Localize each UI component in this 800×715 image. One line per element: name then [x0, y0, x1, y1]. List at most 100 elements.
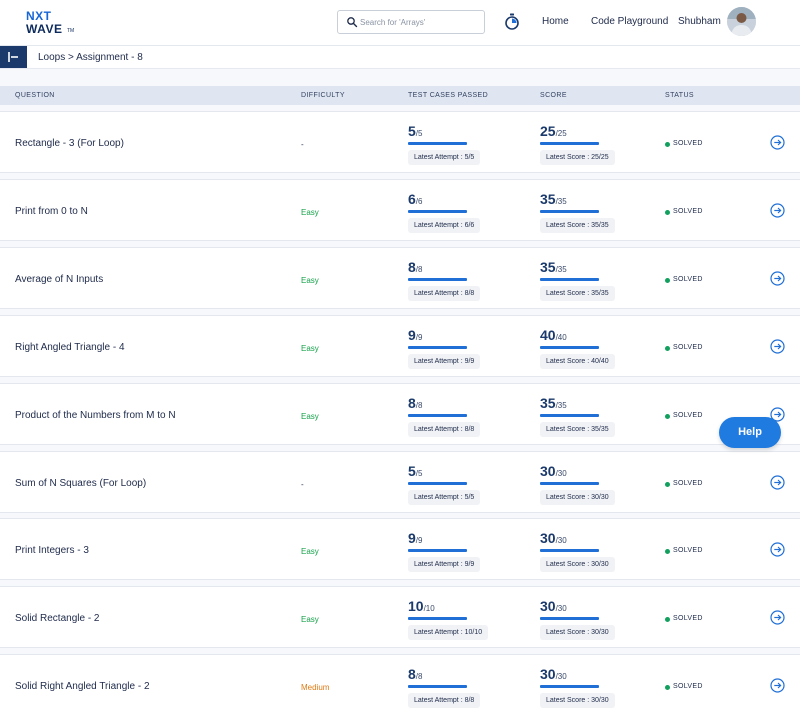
question-name[interactable]: Sum of N Squares (For Loop) — [15, 478, 146, 489]
test-cases-progress-bar — [408, 278, 467, 281]
difficulty-label: Easy — [301, 208, 319, 217]
latest-score-chip: Latest Score : 35/35 — [540, 218, 615, 233]
question-name[interactable]: Right Angled Triangle - 4 — [15, 342, 125, 353]
table-row[interactable]: Print from 0 to N Easy 6/6 Latest Attempt :… — [0, 179, 800, 241]
score-value: 35/35 — [540, 395, 567, 411]
breadcrumb-bar: Loops > Assignment - 8 — [0, 46, 800, 69]
status-dot-icon — [665, 685, 670, 690]
nxtwave-logo[interactable]: NXT WAVE TM — [26, 9, 78, 37]
stopwatch-icon[interactable] — [504, 13, 520, 30]
arrow-right-circle-icon[interactable] — [770, 610, 785, 625]
score-value: 40/40 — [540, 327, 567, 343]
test-cases-total: /6 — [415, 197, 423, 206]
status-dot-icon — [665, 549, 670, 554]
search-box[interactable] — [337, 10, 485, 34]
status-badge: SOLVED — [673, 140, 703, 147]
score-total: /35 — [555, 197, 567, 206]
search-input[interactable] — [360, 14, 480, 30]
table-row[interactable]: Solid Right Angled Triangle - 2 Medium 8/8… — [0, 654, 800, 715]
score-count: 30 — [540, 530, 556, 546]
arrow-right-circle-icon[interactable] — [770, 271, 785, 286]
test-cases-passed: 9/9 — [408, 530, 422, 546]
latest-attempt-chip: Latest Attempt : 9/9 — [408, 557, 481, 572]
score-total: /30 — [555, 604, 567, 613]
test-cases-progress-bar — [408, 142, 467, 145]
question-name[interactable]: Rectangle - 3 (For Loop) — [15, 138, 124, 149]
score-progress-bar — [540, 617, 599, 620]
score-total: /35 — [555, 265, 567, 274]
table-row[interactable]: Rectangle - 3 (For Loop) - 5/5 Latest Attem… — [0, 111, 800, 173]
table-row[interactable]: Solid Rectangle - 2 Easy 10/10 Latest Attem… — [0, 586, 800, 648]
table-row[interactable]: Average of N Inputs Easy 8/8 Latest Attempt… — [0, 247, 800, 309]
latest-attempt-chip: Latest Attempt : 8/8 — [408, 422, 481, 437]
question-name[interactable]: Print Integers - 3 — [15, 545, 89, 556]
test-cases-progress-bar — [408, 346, 467, 349]
test-cases-passed: 8/8 — [408, 666, 422, 682]
status-dot-icon — [665, 278, 670, 283]
logo-text-bottom: WAVE — [26, 22, 63, 36]
question-name[interactable]: Product of the Numbers from M to N — [15, 410, 176, 421]
test-cases-total: /9 — [415, 333, 423, 342]
avatar[interactable] — [727, 7, 756, 36]
status-badge: SOLVED — [673, 276, 703, 283]
table-row[interactable]: Product of the Numbers from M to N Easy 8/… — [0, 383, 800, 445]
toggle-sidebar-button[interactable] — [0, 46, 27, 68]
score-progress-bar — [540, 685, 599, 688]
score-count: 30 — [540, 598, 556, 614]
status-badge: SOLVED — [673, 547, 703, 554]
score-value: 25/25 — [540, 123, 567, 139]
test-cases-progress-bar — [408, 685, 467, 688]
nav-home-link[interactable]: Home — [542, 16, 569, 27]
latest-score-chip: Latest Score : 30/30 — [540, 693, 615, 708]
latest-score-chip: Latest Score : 35/35 — [540, 286, 615, 301]
score-count: 35 — [540, 191, 556, 207]
status-dot-icon — [665, 210, 670, 215]
latest-score-chip: Latest Score : 30/30 — [540, 490, 615, 505]
latest-attempt-chip: Latest Attempt : 8/8 — [408, 693, 481, 708]
arrow-right-circle-icon[interactable] — [770, 339, 785, 354]
column-header-score: SCORE — [540, 92, 567, 99]
nav-user-name[interactable]: Shubham — [678, 16, 721, 27]
question-name[interactable]: Solid Right Angled Triangle - 2 — [15, 681, 150, 692]
difficulty-label: Easy — [301, 615, 319, 624]
status-dot-icon — [665, 346, 670, 351]
question-name[interactable]: Average of N Inputs — [15, 274, 103, 285]
breadcrumb[interactable]: Loops > Assignment - 8 — [38, 52, 143, 63]
status-dot-icon — [665, 482, 670, 487]
test-cases-passed: 10/10 — [408, 598, 435, 614]
logo-trademark: TM — [67, 28, 75, 34]
score-count: 30 — [540, 463, 556, 479]
arrow-right-circle-icon[interactable] — [770, 203, 785, 218]
table-row[interactable]: Right Angled Triangle - 4 Easy 9/9 Latest A… — [0, 315, 800, 377]
latest-attempt-chip: Latest Attempt : 5/5 — [408, 150, 481, 165]
test-cases-total: /10 — [423, 604, 435, 613]
difficulty-label: Easy — [301, 412, 319, 421]
test-cases-total: /5 — [415, 469, 423, 478]
arrow-right-circle-icon[interactable] — [770, 542, 785, 557]
score-count: 25 — [540, 123, 556, 139]
nav-code-playground-link[interactable]: Code Playground — [591, 16, 668, 27]
help-button[interactable]: Help — [719, 417, 781, 448]
difficulty-label: Easy — [301, 276, 319, 285]
arrow-right-circle-icon[interactable] — [770, 475, 785, 490]
status-badge: SOLVED — [673, 615, 703, 622]
question-name[interactable]: Solid Rectangle - 2 — [15, 613, 100, 624]
arrow-right-circle-icon[interactable] — [770, 135, 785, 150]
test-cases-total: /8 — [415, 265, 423, 274]
test-cases-total: /5 — [415, 129, 423, 138]
question-name[interactable]: Print from 0 to N — [15, 206, 88, 217]
score-progress-bar — [540, 346, 599, 349]
latest-score-chip: Latest Score : 40/40 — [540, 354, 615, 369]
arrow-right-circle-icon[interactable] — [770, 678, 785, 693]
test-cases-count: 5 — [408, 123, 416, 139]
test-cases-count: 9 — [408, 530, 416, 546]
test-cases-passed: 8/8 — [408, 395, 422, 411]
latest-score-chip: Latest Score : 30/30 — [540, 557, 615, 572]
test-cases-count: 8 — [408, 395, 416, 411]
table-row[interactable]: Sum of N Squares (For Loop) - 5/5 Latest At… — [0, 451, 800, 513]
table-row[interactable]: Print Integers - 3 Easy 9/9 Latest Attempt … — [0, 518, 800, 580]
test-cases-passed: 6/6 — [408, 191, 422, 207]
latest-score-chip: Latest Score : 35/35 — [540, 422, 615, 437]
difficulty-label: Medium — [301, 683, 330, 692]
column-header-difficulty: DIFFICULTY — [301, 92, 345, 99]
